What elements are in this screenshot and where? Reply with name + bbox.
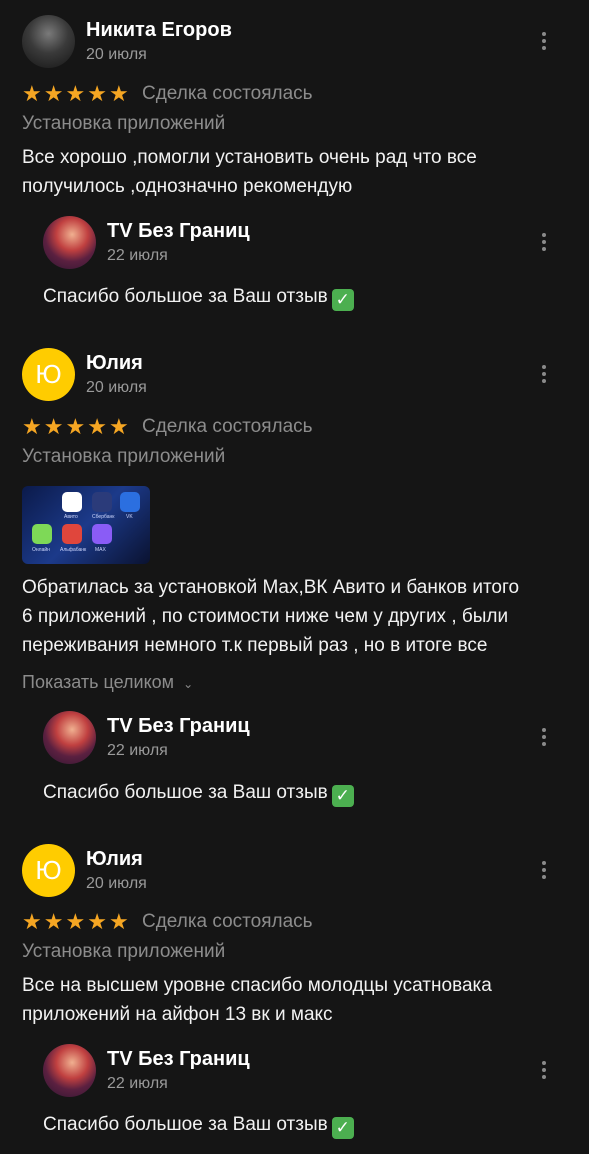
avatar[interactable]: Ю	[22, 844, 75, 897]
app-label: Онлайн	[32, 547, 50, 553]
reply-text: Спасибо большое за Ваш отзыв ✓	[43, 1114, 354, 1139]
avatar[interactable]: Ю	[22, 348, 75, 401]
reply-author[interactable]: TV Без Границ	[107, 1048, 250, 1071]
app-icon	[32, 524, 52, 544]
reply-text: Спасибо большое за Ваш отзыв ✓	[43, 782, 354, 807]
avatar[interactable]	[22, 15, 75, 68]
star-icon: ★	[22, 909, 42, 934]
more-options-icon[interactable]	[535, 857, 553, 883]
app-icon	[62, 524, 82, 544]
app-icon	[120, 492, 140, 512]
app-icon	[62, 492, 82, 512]
app-label: Альфабанк	[60, 547, 87, 553]
app-label: VK	[126, 514, 133, 520]
review-text: Все хорошо ,помогли установить очень рад…	[22, 147, 477, 197]
app-label: Авито	[64, 514, 78, 520]
chevron-down-icon: ⌄	[183, 677, 194, 691]
rating-stars: ★ ★ ★ ★ ★	[22, 83, 129, 105]
check-mark-icon: ✓	[331, 785, 354, 807]
reply-date: 22 июля	[107, 742, 168, 759]
star-icon: ★	[87, 909, 107, 934]
show-more-link[interactable]: Показать целиком ⌄	[22, 672, 193, 693]
star-icon: ★	[43, 909, 64, 934]
star-icon: ★	[65, 909, 86, 934]
star-icon: ★	[65, 414, 86, 439]
review-author[interactable]: Юлия	[86, 848, 143, 871]
review-category: Установка приложений	[22, 113, 226, 134]
check-mark-icon: ✓	[331, 1117, 354, 1139]
review-category: Установка приложений	[22, 941, 226, 962]
review-date: 20 июля	[86, 875, 147, 892]
review-category: Установка приложений	[22, 446, 226, 467]
star-icon: ★	[108, 414, 129, 439]
star-icon: ★	[22, 414, 42, 439]
star-icon: ★	[43, 81, 64, 106]
reply-text: Спасибо большое за Ваш отзыв ✓	[43, 286, 354, 311]
app-icon	[92, 524, 112, 544]
review-photo[interactable]: Авито Сбербанк VK Онлайн Альфабанк MAX	[22, 486, 150, 564]
more-options-icon[interactable]	[535, 361, 553, 387]
more-options-icon[interactable]	[535, 724, 553, 750]
star-icon: ★	[22, 81, 42, 106]
app-label: Сбербанк	[92, 514, 115, 520]
check-mark-icon: ✓	[331, 289, 354, 311]
reply-date: 22 июля	[107, 1075, 168, 1092]
star-icon: ★	[65, 81, 86, 106]
deal-status: Сделка состоялась	[142, 83, 313, 104]
app-label: MAX	[95, 547, 106, 553]
more-options-icon[interactable]	[535, 229, 553, 255]
reply-date: 22 июля	[107, 247, 168, 264]
review-date: 20 июля	[86, 379, 147, 396]
review-author[interactable]: Никита Егоров	[86, 19, 232, 42]
review-text: Все на высшем уровне спасибо молодцы уса…	[22, 975, 492, 1025]
review-author[interactable]: Юлия	[86, 352, 143, 375]
reply-author[interactable]: TV Без Границ	[107, 220, 250, 243]
review-text: Обратилась за установкой Max,ВК Авито и …	[22, 577, 520, 656]
rating-stars: ★ ★ ★ ★ ★	[22, 911, 129, 933]
star-icon: ★	[108, 909, 129, 934]
seller-avatar[interactable]	[43, 711, 96, 764]
star-icon: ★	[87, 81, 107, 106]
star-icon: ★	[87, 414, 107, 439]
seller-avatar[interactable]	[43, 216, 96, 269]
more-options-icon[interactable]	[535, 28, 553, 54]
seller-avatar[interactable]	[43, 1044, 96, 1097]
app-icon	[92, 492, 112, 512]
star-icon: ★	[108, 81, 129, 106]
more-options-icon[interactable]	[535, 1057, 553, 1083]
star-icon: ★	[43, 414, 64, 439]
rating-stars: ★ ★ ★ ★ ★	[22, 416, 129, 438]
deal-status: Сделка состоялась	[142, 416, 313, 437]
reply-author[interactable]: TV Без Границ	[107, 715, 250, 738]
review-date: 20 июля	[86, 46, 147, 63]
deal-status: Сделка состоялась	[142, 911, 313, 932]
